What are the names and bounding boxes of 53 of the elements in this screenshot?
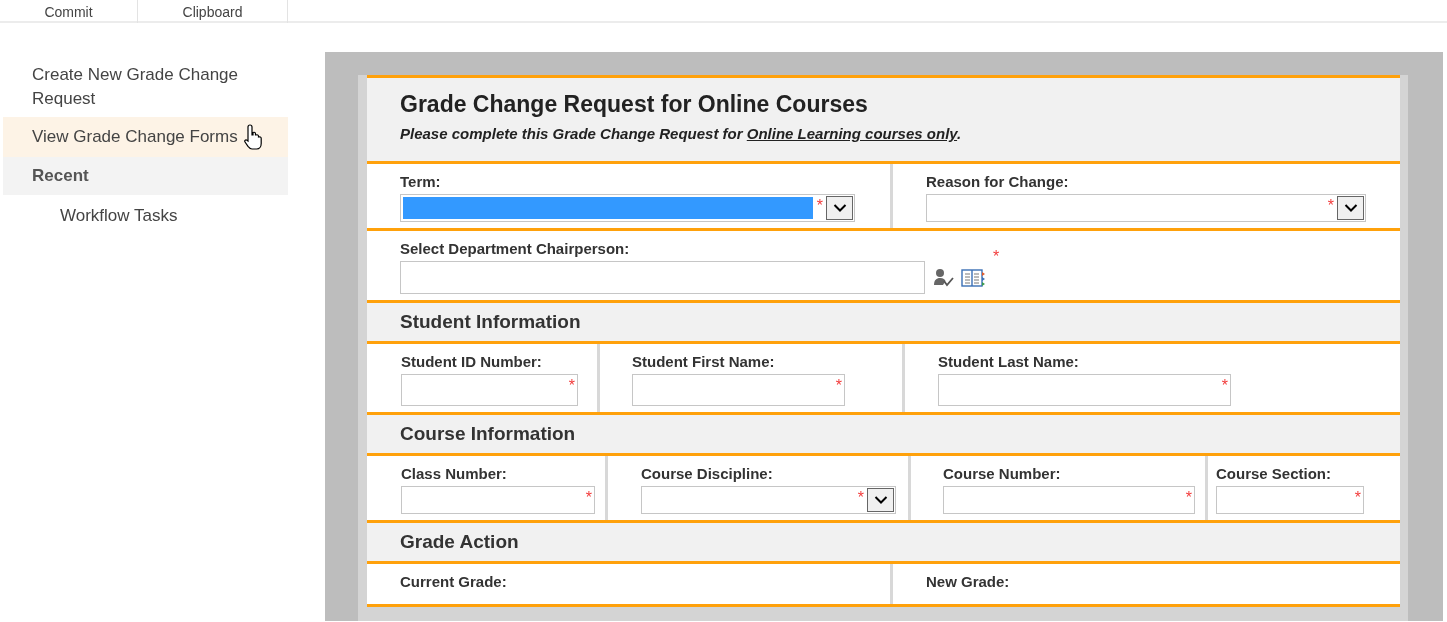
field-label: Class Number: (401, 465, 507, 483)
field-label: Student First Name: (632, 353, 775, 371)
field-label: Select Department Chairperson: (400, 240, 630, 258)
field-label: Course Number: (943, 465, 1061, 483)
section-title: Course Information (400, 423, 576, 445)
dropdown-field[interactable]: * (926, 194, 1366, 222)
dropdown-button[interactable] (826, 196, 853, 220)
required-mark: * (856, 490, 865, 506)
field-label: Course Discipline: (641, 465, 773, 483)
section-title: Student Information (400, 311, 581, 333)
people-picker-field[interactable] (400, 261, 925, 294)
check-person-icon[interactable] (933, 267, 955, 288)
form-instructions: Please complete this Grade Change Request for Online Learning courses only. (400, 125, 963, 142)
dropdown-button[interactable] (867, 488, 894, 512)
required-mark: * (834, 378, 843, 394)
nav-link[interactable]: View Grade Change Forms (3, 117, 288, 157)
form-title: Grade Change Request for Online Courses (400, 90, 869, 119)
online-learning-link[interactable]: Online Learning courses only (746, 125, 958, 142)
field-label: New Grade: (926, 573, 1010, 591)
text-field[interactable]: * (401, 486, 595, 514)
nav-link[interactable]: Create New Grade Change Request (3, 57, 288, 117)
required-mark: * (815, 198, 824, 214)
section-title: Grade Action (400, 531, 519, 553)
field-label: Student ID Number: (401, 353, 542, 371)
text-field[interactable]: * (401, 374, 578, 406)
chevron-down-icon (1343, 203, 1358, 213)
field-label: Current Grade: (400, 573, 507, 591)
required-mark: * (1353, 490, 1362, 506)
nav-link[interactable]: Workflow Tasks (3, 195, 288, 237)
dropdown-field[interactable]: * (641, 486, 896, 514)
field-label: Reason for Change: (926, 173, 1069, 191)
nav-heading[interactable]: Recent (3, 157, 288, 195)
ribbon-group-label: Commit (0, 0, 138, 23)
address-book-icon[interactable] (961, 267, 985, 288)
field-label: Course Section: (1216, 465, 1332, 483)
required-mark: * (567, 378, 576, 394)
required-mark: * (1326, 198, 1335, 214)
hand-cursor-icon (243, 123, 264, 151)
chevron-down-icon (832, 203, 847, 213)
field-label: Term: (400, 173, 441, 191)
required-mark: * (1184, 490, 1193, 506)
text-field[interactable]: * (943, 486, 1195, 514)
dropdown-button[interactable] (1337, 196, 1364, 220)
required-mark: * (584, 490, 593, 506)
ribbon-group-label: Clipboard (138, 0, 288, 23)
required-mark: * (1220, 378, 1229, 394)
dropdown-field[interactable]: * (400, 194, 855, 222)
field-label: Student Last Name: (938, 353, 1079, 371)
text-field[interactable]: * (632, 374, 845, 406)
required-mark: * (992, 249, 1001, 265)
text-field[interactable]: * (1216, 486, 1364, 514)
text-field[interactable]: * (938, 374, 1231, 406)
chevron-down-icon (873, 495, 888, 505)
